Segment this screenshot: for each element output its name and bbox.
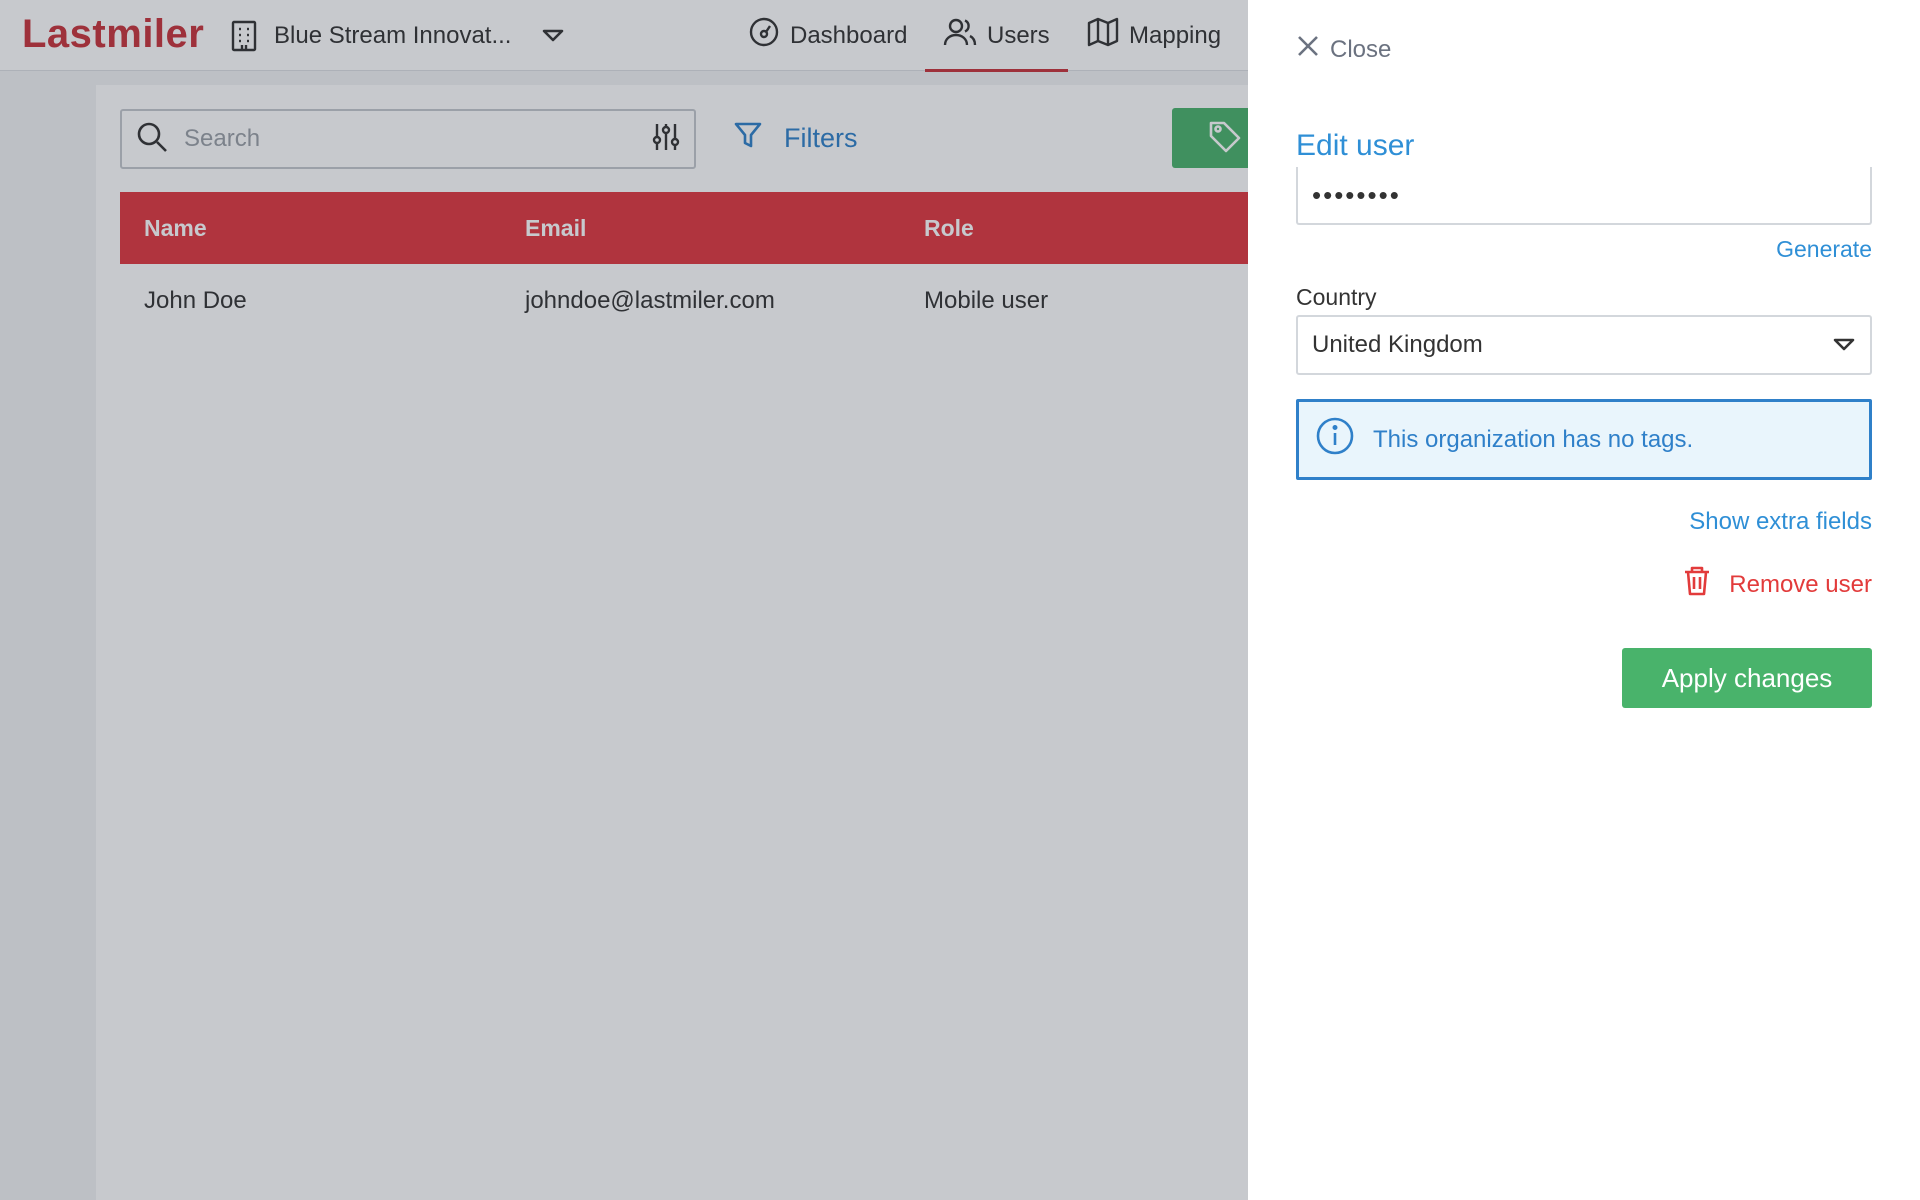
country-label: Country [1296, 284, 1377, 310]
close-label: Close [1330, 35, 1392, 63]
generate-password-link[interactable]: Generate [1776, 236, 1872, 263]
show-extra-fields-link[interactable]: Show extra fields [1689, 508, 1872, 536]
trash-icon [1683, 565, 1711, 604]
chevron-down-icon [1832, 331, 1856, 359]
remove-user-label: Remove user [1729, 570, 1872, 598]
apply-changes-button[interactable]: Apply changes [1622, 648, 1872, 708]
info-icon [1315, 416, 1355, 463]
password-field[interactable]: •••••••• [1296, 167, 1872, 225]
close-icon [1296, 34, 1320, 65]
no-tags-info-message: This organization has no tags. [1296, 399, 1872, 480]
panel-title: Edit user [1296, 129, 1415, 162]
edit-user-panel: Close Edit user •••••••• Generate Countr… [1248, 0, 1920, 1200]
remove-user-button[interactable]: Remove user [1683, 565, 1872, 604]
info-text: This organization has no tags. [1373, 425, 1694, 453]
modal-backdrop[interactable] [0, 0, 1248, 1200]
close-button[interactable]: Close [1296, 34, 1391, 65]
country-select[interactable]: United Kingdom [1296, 315, 1872, 375]
country-selected-value: United Kingdom [1312, 331, 1483, 358]
